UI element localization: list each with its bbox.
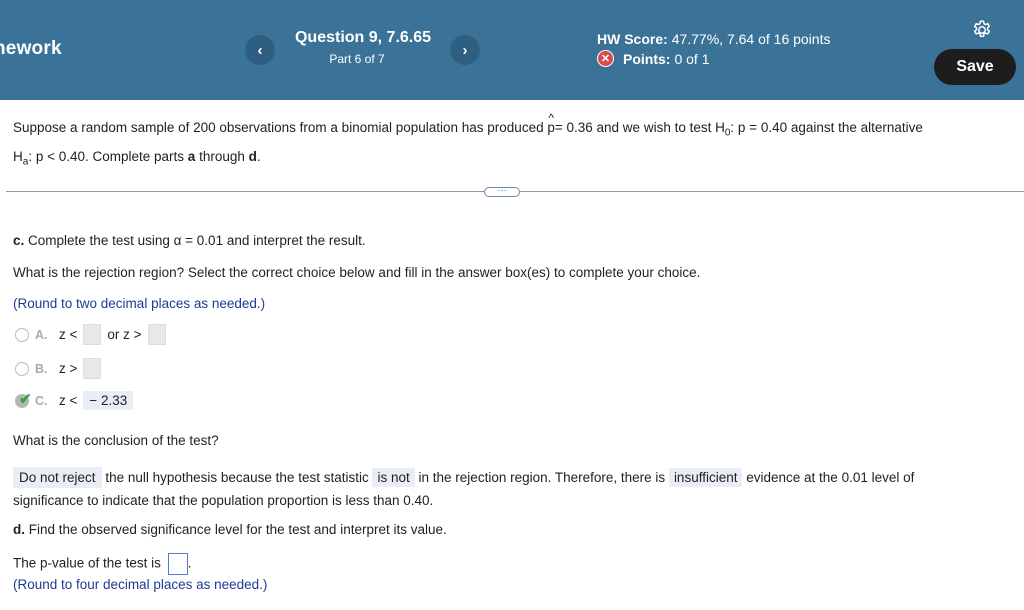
pvalue-line: The p-value of the test is . [13,553,191,575]
part-d-text: Find the observed significance level for… [28,522,447,537]
conclusion-part: significance to indicate that the popula… [13,493,434,508]
expand-more-button[interactable]: ⋯ [484,186,520,197]
choice-c-lhs: z < [59,393,78,408]
top-bar: nework ‹ Question 9, 7.6.65 Part 6 of 7 … [0,0,1024,100]
check-icon: ✔ [19,390,32,408]
round-note: (Round to two decimal places as needed.) [13,296,266,311]
hw-score-value: 47.77%, 7.64 of 16 points [671,31,831,47]
part-d-label: d. [13,522,25,537]
points-value: 0 of 1 [674,50,710,67]
reject-dropdown[interactable]: Do not reject [13,467,102,488]
problem-text: Suppose a random sample of 200 observati… [13,120,544,135]
answer-box-a1[interactable] [83,324,102,345]
choice-b-lhs: z > [59,361,78,376]
part-d-ref: d [248,148,257,164]
conclusion-question: What is the conclusion of the test? [13,433,219,448]
choice-letter: B. [35,361,48,376]
part-c-prompt: c. Complete the test using α = 0.01 and … [13,233,366,248]
radio-c-selected[interactable]: ✔ [15,391,32,408]
save-button[interactable]: Save [934,49,1016,85]
hw-score: HW Score: 47.77%, 7.64 of 16 points [597,31,830,47]
chevron-left-icon: ‹ [257,41,263,59]
gear-icon[interactable] [971,19,993,41]
choice-a-lhs: z < [59,327,78,342]
conclusion-text: Do not reject the null hypothesis becaus… [13,466,1003,512]
part-a-ref: a [187,148,196,164]
question-title: Question 9, 7.6.65 [294,29,432,46]
problem-text: through [199,148,245,164]
choice-letter: A. [35,327,48,342]
problem-text: : p < 0.40. Complete parts [28,148,185,164]
points: ✕ Points: 0 of 1 [597,50,709,67]
question-part: Part 6 of 7 [329,52,385,66]
pvalue-end: . [187,555,192,571]
pvalue-input[interactable] [167,553,188,575]
problem-text: . [256,148,261,164]
problem-text: = 0.36 and we wish to test H [554,120,725,135]
answer-box-a2[interactable] [147,324,166,345]
pvalue-text: The p-value of the test is [13,555,161,571]
part-c-label: c. [13,233,25,248]
app-name: nework [0,38,62,59]
answer-box-c[interactable]: − 2.33 [83,391,134,410]
in-region-dropdown[interactable]: is not [372,468,415,487]
problem-text: : p = 0.40 against the alternative [730,120,923,135]
conclusion-part: the null hypothesis because the test sta… [105,470,369,485]
choice-a-mid: or z > [107,327,142,342]
choice-c[interactable]: ✔ C. z < − 2.33 [15,391,134,410]
next-question-button[interactable]: › [450,35,480,65]
answer-box-b[interactable] [83,358,102,379]
hw-score-label: HW Score: [597,31,668,47]
problem-statement: Suppose a random sample of 200 observati… [13,111,1003,173]
p-hat: ^ p [547,111,555,135]
previous-question-button[interactable]: ‹ [245,35,275,65]
conclusion-part: in the rejection region. Therefore, ther… [418,470,666,485]
conclusion-part: evidence at the 0.01 level of [746,470,915,485]
chevron-right-icon: › [462,41,468,59]
choice-b[interactable]: B. z > [15,358,107,379]
close-circle-icon: ✕ [597,50,614,67]
choice-a[interactable]: A. z < or z > [15,324,172,345]
radio-b[interactable] [15,361,29,376]
part-c-text: Complete the test using α = 0.01 and int… [28,233,366,248]
ha-symbol: H [13,148,23,164]
points-label: Points: [623,50,671,67]
part-d-prompt: d. Find the observed significance level … [13,522,447,537]
rejection-region-question: What is the rejection region? Select the… [13,265,701,280]
evidence-dropdown[interactable]: insufficient [668,468,743,487]
choice-letter: C. [35,393,48,408]
radio-a[interactable] [15,327,29,342]
round-note-d: (Round to four decimal places as needed.… [13,577,268,592]
